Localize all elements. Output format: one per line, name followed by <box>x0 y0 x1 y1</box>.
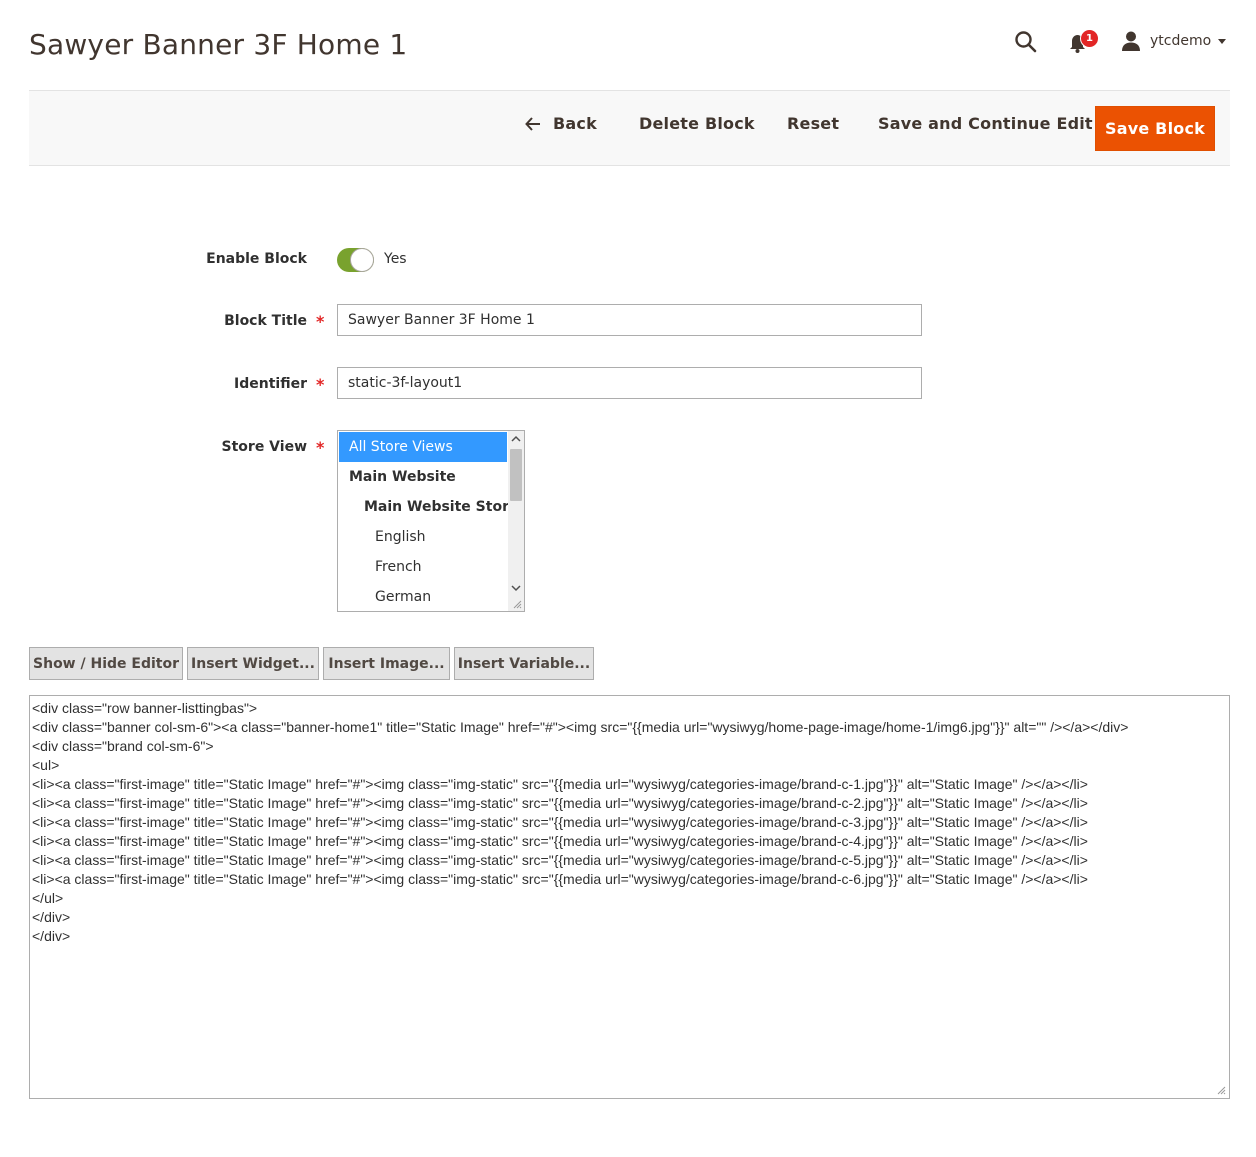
scrollbar-thumb[interactable] <box>510 449 522 501</box>
arrow-left-icon <box>525 116 540 131</box>
code-line: <li><a class="first-image" title="Static… <box>32 871 1088 887</box>
notification-count-badge: 1 <box>1080 29 1099 48</box>
code-line: <ul> <box>32 757 60 773</box>
chevron-up-icon[interactable] <box>511 434 521 444</box>
delete-block-button[interactable]: Delete Block <box>639 114 755 133</box>
store-view-option[interactable]: German <box>339 582 507 611</box>
store-view-option[interactable]: All Store Views <box>339 432 507 462</box>
store-view-multiselect[interactable]: All Store Views Main Website Main Websit… <box>337 430 525 612</box>
user-icon <box>1120 30 1142 52</box>
chevron-down-icon <box>1218 38 1227 44</box>
code-line: <div class="brand col-sm-6"> <box>32 738 214 754</box>
identifier-label: Identifier <box>234 376 307 392</box>
code-line: <div class="banner col-sm-6"><a class="b… <box>32 719 1129 735</box>
content-editor-textarea[interactable]: <div class="row banner-listtingbas"> <di… <box>29 695 1230 1099</box>
code-line: <li><a class="first-image" title="Static… <box>32 776 1088 792</box>
code-line: <li><a class="first-image" title="Static… <box>32 833 1088 849</box>
back-label: Back <box>553 114 597 133</box>
insert-variable-button[interactable]: Insert Variable... <box>454 647 594 680</box>
store-view-option[interactable]: English <box>339 522 507 552</box>
insert-widget-button[interactable]: Insert Widget... <box>187 647 319 680</box>
save-and-continue-button[interactable]: Save and Continue Edit <box>878 114 1093 133</box>
chevron-down-icon[interactable] <box>511 583 521 593</box>
block-title-label: Block Title <box>224 313 307 329</box>
store-view-option[interactable]: French <box>339 552 507 582</box>
scrollbar[interactable] <box>508 431 524 611</box>
show-hide-editor-button[interactable]: Show / Hide Editor <box>29 647 183 680</box>
search-icon[interactable] <box>1014 30 1038 54</box>
block-title-input[interactable]: Sawyer Banner 3F Home 1 <box>337 304 922 336</box>
code-line: <li><a class="first-image" title="Static… <box>32 852 1088 868</box>
store-view-option[interactable]: Main Website <box>339 462 507 492</box>
enable-block-label: Enable Block <box>206 251 307 267</box>
code-line: <li><a class="first-image" title="Static… <box>32 795 1088 811</box>
code-line: </div> <box>32 909 71 925</box>
store-view-label: Store View <box>221 439 307 455</box>
enable-block-value: Yes <box>384 251 407 267</box>
page-title: Sawyer Banner 3F Home 1 <box>29 28 408 61</box>
store-view-option[interactable]: Main Website Store <box>339 492 518 522</box>
user-menu[interactable]: ytcdemo <box>1120 30 1227 52</box>
reset-button[interactable]: Reset <box>787 114 839 133</box>
required-marker: * <box>316 438 325 457</box>
code-line: </ul> <box>32 890 64 906</box>
code-line: <li><a class="first-image" title="Static… <box>32 814 1088 830</box>
toggle-knob <box>350 248 374 272</box>
code-line: </div> <box>32 928 71 944</box>
code-line: <div class="row banner-listtingbas"> <box>32 700 258 716</box>
resize-grip-icon[interactable] <box>1217 1086 1226 1095</box>
enable-block-toggle[interactable] <box>337 248 374 272</box>
insert-image-button[interactable]: Insert Image... <box>323 647 450 680</box>
save-block-button[interactable]: Save Block <box>1095 106 1215 151</box>
identifier-input[interactable]: static-3f-layout1 <box>337 367 922 399</box>
username: ytcdemo <box>1150 33 1212 49</box>
resize-grip-icon[interactable] <box>513 600 522 609</box>
page-actions-bar: Back Delete Block Reset Save and Continu… <box>29 90 1230 166</box>
back-button[interactable]: Back <box>525 114 597 133</box>
required-marker: * <box>316 312 325 331</box>
required-marker: * <box>316 375 325 394</box>
